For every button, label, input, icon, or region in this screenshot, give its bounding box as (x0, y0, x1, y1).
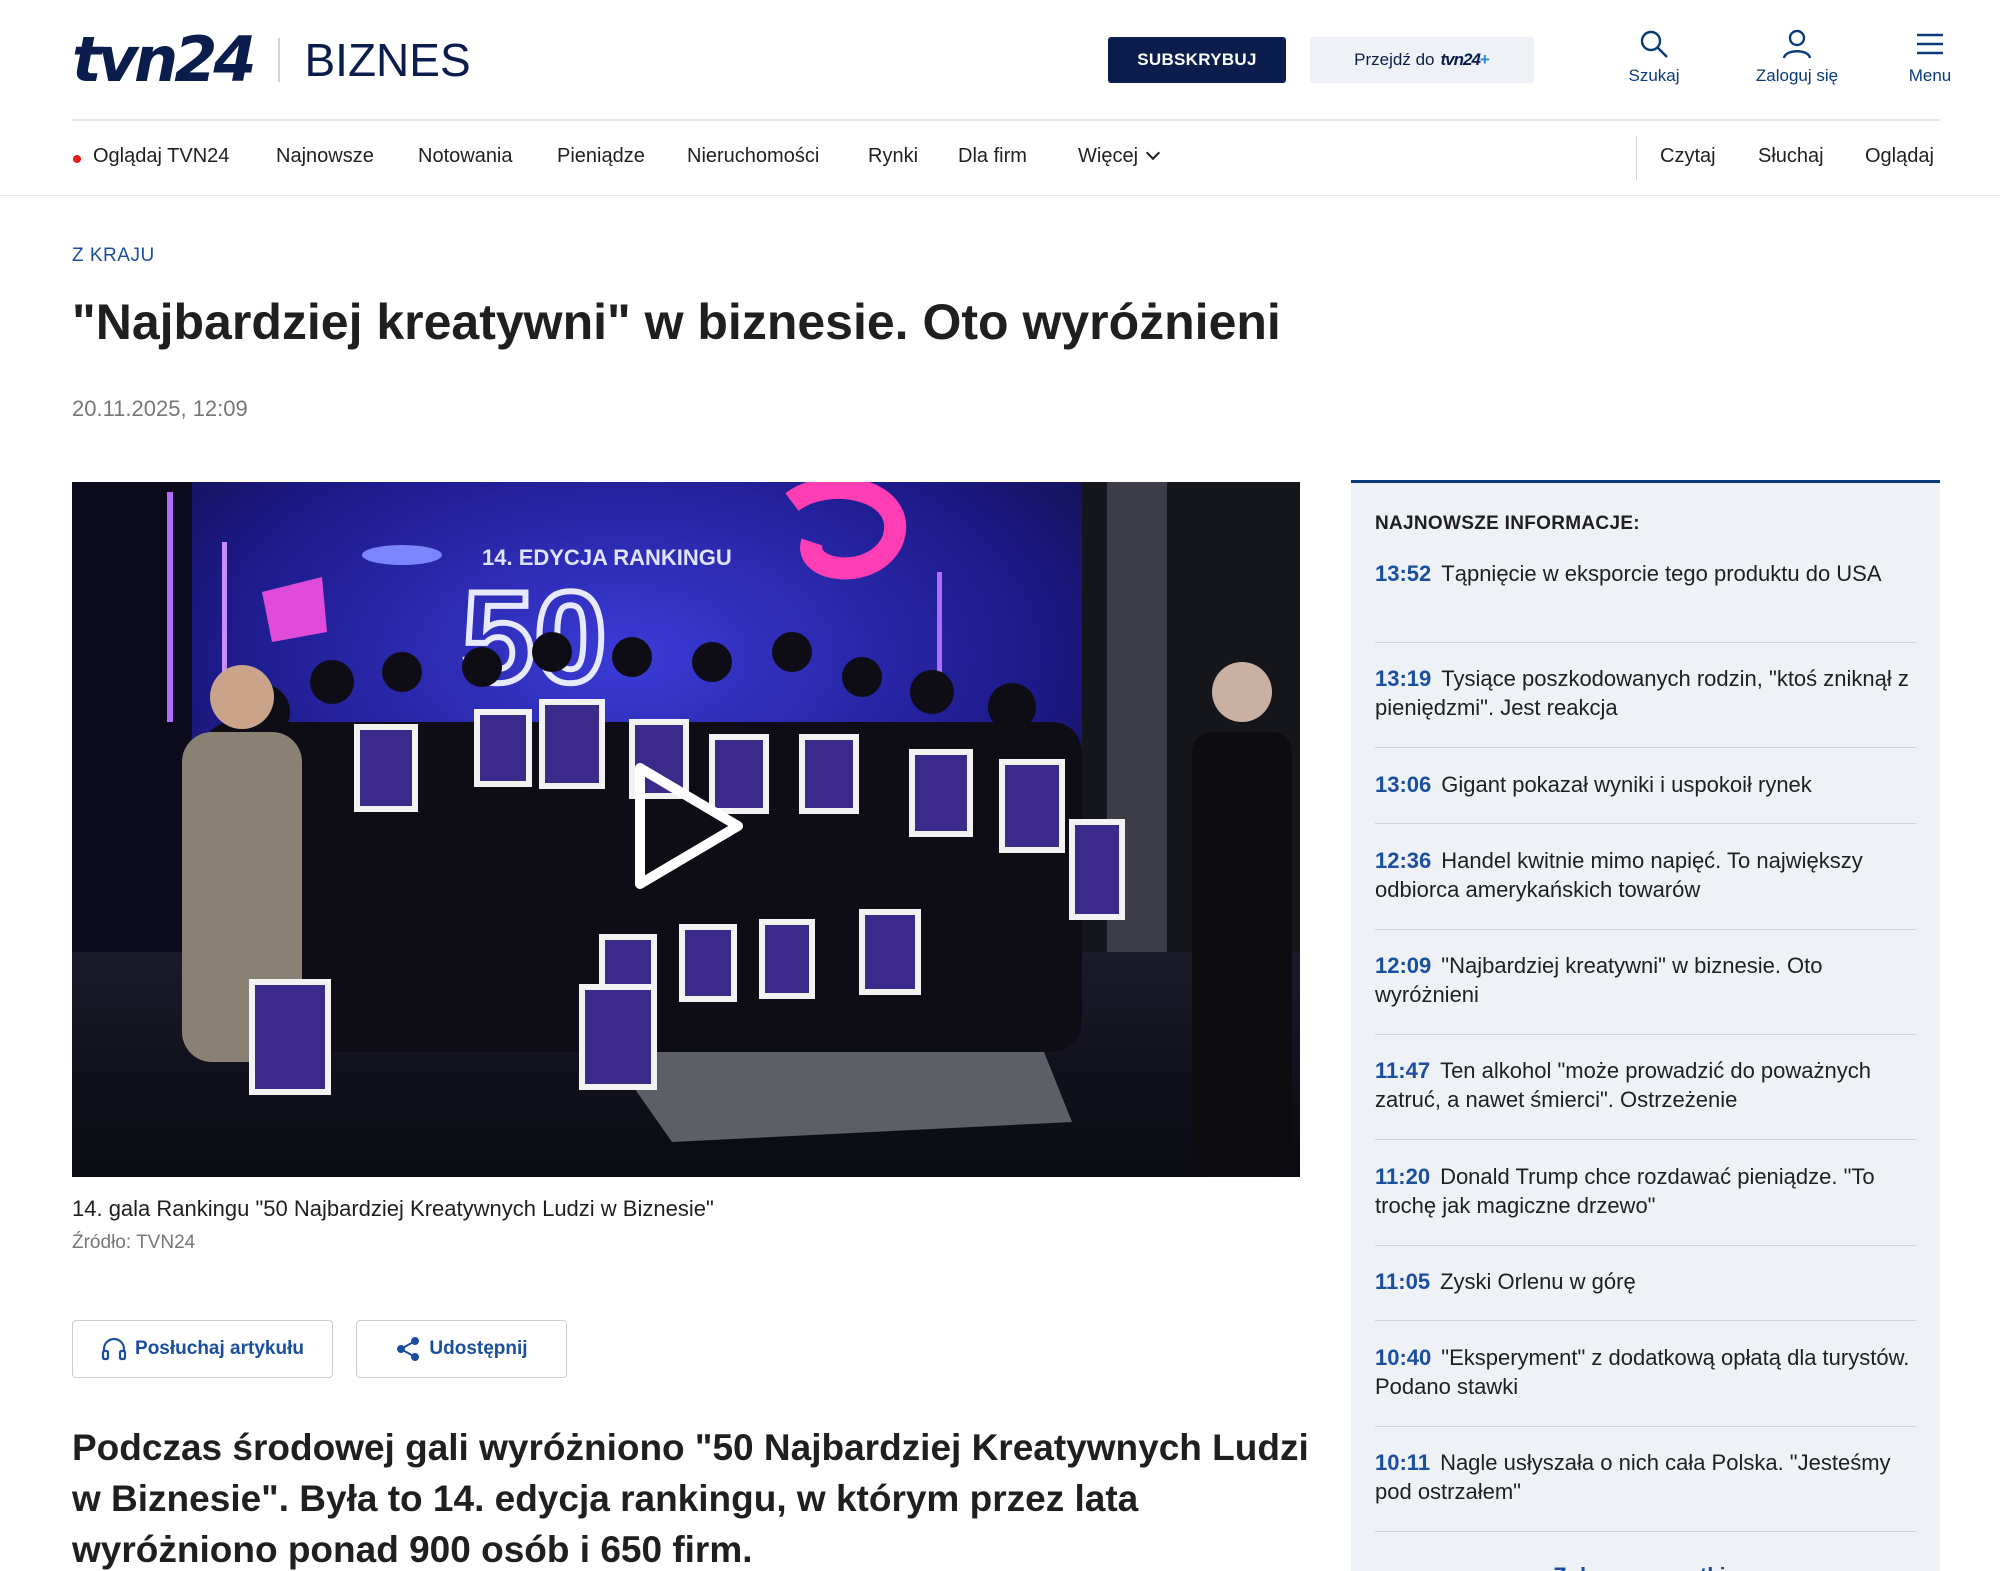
nav-item-najnowsze[interactable]: Najnowsze (276, 145, 374, 168)
news-item[interactable]: 11:20 Donald Trump chce rozdawać pieniądz… (1375, 1162, 1916, 1220)
section-name: BIZNES (304, 34, 471, 86)
article-lead: Podczas środowej gali wyróżniono "50 Naj… (72, 1427, 1309, 1571)
divider (1375, 823, 1916, 824)
news-headline: Ten alkohol "może prowadzić do poważnych… (1375, 1058, 1871, 1113)
goto-tvn24plus-button[interactable]: Przejdź do tvn24 + (1310, 37, 1534, 83)
news-item[interactable]: 13:19 Tysiące poszkodowanych rodzin, "kto… (1375, 664, 1916, 722)
nav-divider (1636, 136, 1637, 180)
site-header: tvn24 BIZNES SUBSKRYBUJ Przejdź do tvn24… (72, 0, 1951, 121)
article-title: "Najbardziej kreatywni" w biznesie. Oto … (72, 294, 1281, 350)
news-time: 13:52 (1375, 561, 1432, 586)
goto-label: Przejdź do (1354, 50, 1435, 69)
news-headline: Nagle usłyszała o nich cała Polska. "Jes… (1375, 1450, 1891, 1505)
news-time: 12:09 (1375, 953, 1432, 978)
goto-brand-plus: + (1479, 50, 1490, 69)
listen-label: Posłuchaj artykułu (135, 1338, 304, 1359)
news-headline: "Najbardziej kreatywni" w biznesie. Oto … (1375, 953, 1823, 1008)
nav-watch-tvn24[interactable]: Oglądaj TVN24 (93, 145, 229, 168)
live-dot-icon (73, 155, 81, 163)
news-time: 11:47 (1375, 1058, 1431, 1083)
share-icon (397, 1337, 420, 1361)
divider (1375, 1245, 1916, 1246)
video-screen-number: 50 (462, 564, 607, 710)
share-button[interactable]: Udostępnij (356, 1320, 567, 1378)
chevron-down-icon (1145, 145, 1161, 161)
divider (1375, 747, 1916, 748)
main-nav: Oglądaj TVN24 Najnowsze Notowania Pienią… (0, 121, 2000, 196)
logo[interactable]: tvn24 BIZNES (72, 23, 471, 96)
news-time: 10:40 (1375, 1345, 1432, 1370)
nav-mode-read[interactable]: Czytaj (1660, 145, 1716, 168)
search-label: Szukaj (1628, 66, 1680, 85)
nav-mode-watch[interactable]: Oglądaj (1865, 145, 1934, 168)
share-label: Udostępnij (429, 1338, 528, 1359)
news-item[interactable]: 12:09 "Najbardziej kreatywni" w biznesie.… (1375, 951, 1916, 1009)
logo-divider (278, 38, 281, 82)
listen-article-button[interactable]: Posłuchaj artykułu (72, 1320, 333, 1378)
divider (1375, 1034, 1916, 1035)
see-all-news-link[interactable]: Zobacz wszystkie (1351, 1563, 1940, 1571)
nav-item-notowania[interactable]: Notowania (418, 145, 513, 168)
news-item[interactable]: 12:36 Handel kwitnie mimo napięć. To najw… (1375, 846, 1916, 904)
article-category[interactable]: Z KRAJU (72, 245, 155, 267)
news-time: 11:05 (1375, 1269, 1431, 1294)
sidebar-heading: NAJNOWSZE INFORMACJE: (1375, 513, 1640, 534)
goto-brand: tvn24 (1440, 50, 1480, 69)
latest-news-sidebar: NAJNOWSZE INFORMACJE: 13:52 Tąpnięcie w e… (1351, 480, 1940, 1571)
nav-more-dropdown[interactable]: Więcej (1078, 145, 1161, 168)
news-item[interactable]: 11:47 Ten alkohol "może prowadzić do powa… (1375, 1056, 1916, 1114)
search-icon (1640, 30, 1668, 58)
login-label: Zaloguj się (1755, 66, 1839, 85)
divider (1375, 1531, 1916, 1532)
nav-more-label: Więcej (1078, 145, 1139, 167)
play-icon[interactable] (634, 762, 744, 890)
news-item[interactable]: 10:40 "Eksperyment" z dodatkową opłatą dl… (1375, 1343, 1916, 1401)
news-headline: Zyski Orlenu w górę (1440, 1269, 1636, 1294)
news-time: 12:36 (1375, 848, 1432, 873)
menu-label: Menu (1908, 66, 1952, 85)
user-icon (1782, 29, 1812, 59)
news-time: 13:19 (1375, 666, 1432, 691)
news-item[interactable]: 10:11 Nagle usłyszała o nich cała Polska.… (1375, 1448, 1916, 1506)
news-item[interactable]: 13:06 Gigant pokazał wyniki i uspokoił ry… (1375, 770, 1916, 799)
nav-item-nieruchomosci[interactable]: Nieruchomości (687, 145, 819, 168)
hamburger-icon (1917, 33, 1943, 55)
menu-button[interactable]: Menu (1880, 28, 1980, 86)
divider (1375, 642, 1916, 643)
video-caption: 14. gala Rankingu "50 Najbardziej Kreaty… (72, 1196, 714, 1221)
news-headline: "Eksperyment" z dodatkową opłatą dla tur… (1375, 1345, 1910, 1400)
article-date: 20.11.2025, 12:09 (72, 396, 248, 421)
news-time: 10:11 (1375, 1450, 1431, 1475)
news-headline: Tąpnięcie w eksporcie tego produktu do U… (1441, 561, 1882, 586)
search-button[interactable]: Szukaj (1604, 28, 1704, 86)
news-item[interactable]: 11:05 Zyski Orlenu w górę (1375, 1267, 1916, 1296)
news-headline: Tysiące poszkodowanych rodzin, "ktoś zni… (1375, 666, 1909, 721)
news-headline: Gigant pokazał wyniki i uspokoił rynek (1441, 772, 1812, 797)
subscribe-button[interactable]: SUBSKRYBUJ (1108, 37, 1286, 83)
headphones-icon (101, 1337, 127, 1361)
news-time: 13:06 (1375, 772, 1432, 797)
nav-item-rynki[interactable]: Rynki (868, 145, 918, 168)
video-source: Źródło: TVN24 (72, 1232, 196, 1253)
news-headline: Handel kwitnie mimo napięć. To największ… (1375, 848, 1863, 903)
news-headline: Donald Trump chce rozdawać pieniądze. "T… (1375, 1164, 1875, 1219)
logo-tvn24: tvn24 (72, 23, 256, 96)
login-button[interactable]: Zaloguj się (1722, 28, 1872, 86)
nav-item-pieniadze[interactable]: Pieniądze (557, 145, 645, 168)
news-item[interactable]: 13:52 Tąpnięcie w eksporcie tego produktu… (1375, 559, 1916, 588)
nav-mode-listen[interactable]: Słuchaj (1758, 145, 1824, 168)
divider (1375, 1426, 1916, 1427)
nav-item-dla-firm[interactable]: Dla firm (958, 145, 1027, 168)
news-time: 11:20 (1375, 1164, 1431, 1189)
divider (1375, 1139, 1916, 1140)
divider (1375, 1320, 1916, 1321)
divider (1375, 929, 1916, 930)
